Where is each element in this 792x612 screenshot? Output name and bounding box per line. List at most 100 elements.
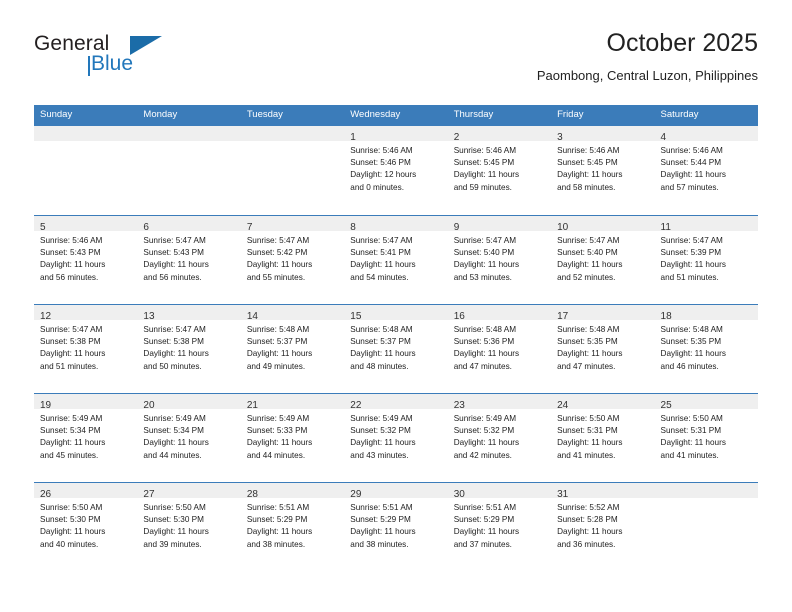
calendar-day-cell[interactable]: 25 Sunrise: 5:50 AM Sunset: 5:31 PM Dayligh… bbox=[654, 394, 758, 482]
calendar-day-cell[interactable]: 17 Sunrise: 5:48 AM Sunset: 5:35 PM Dayligh… bbox=[551, 305, 655, 393]
day-sun-info: Sunrise: 5:47 AM Sunset: 5:42 PM Daylight:… bbox=[241, 231, 344, 284]
day-number-band: 4 bbox=[654, 126, 758, 143]
calendar-day-cell[interactable]: 28 Sunrise: 5:51 AM Sunset: 5:29 PM Dayligh… bbox=[240, 483, 345, 571]
day-sunset-text: Sunset: 5:38 PM bbox=[143, 337, 204, 347]
day-daylight1-text: Daylight: 11 hours bbox=[246, 260, 313, 270]
day-sunrise-text: Sunrise: 5:50 AM bbox=[557, 414, 620, 423]
day-sunset-text: Sunset: 5:42 PM bbox=[246, 248, 308, 258]
calendar-day-cell[interactable]: 9 Sunrise: 5:47 AM Sunset: 5:40 PM Daylight… bbox=[447, 216, 552, 304]
calendar-day-cell[interactable]: 13 Sunrise: 5:47 AM Sunset: 5:38 PM Dayligh… bbox=[137, 305, 241, 393]
calendar-day-cell-empty bbox=[34, 126, 138, 215]
day-daylight2-text: and 42 minutes. bbox=[453, 450, 512, 460]
day-sun-info: Sunrise: 5:46 AM Sunset: 5:46 PM Daylight:… bbox=[344, 141, 447, 194]
day-sun-info: Sunrise: 5:47 AM Sunset: 5:43 PM Daylight:… bbox=[137, 231, 240, 284]
calendar-day-cell[interactable]: 2 Sunrise: 5:46 AM Sunset: 5:45 PM Daylight… bbox=[447, 126, 552, 215]
day-number: 1 bbox=[350, 132, 356, 143]
calendar-day-cell[interactable]: 8 Sunrise: 5:47 AM Sunset: 5:41 PM Daylight… bbox=[344, 216, 448, 304]
day-sunset-text: Sunset: 5:29 PM bbox=[246, 515, 308, 525]
calendar-day-cell[interactable]: 12 Sunrise: 5:47 AM Sunset: 5:38 PM Dayligh… bbox=[34, 305, 138, 393]
day-sunrise-text: Sunrise: 5:48 AM bbox=[350, 325, 413, 334]
day-number: 5 bbox=[40, 222, 46, 233]
day-sunset-text: Sunset: 5:41 PM bbox=[350, 248, 411, 258]
calendar-day-cell[interactable]: 5 Sunrise: 5:46 AM Sunset: 5:43 PM Daylight… bbox=[34, 216, 138, 304]
day-daylight2-text: and 56 minutes. bbox=[143, 272, 202, 282]
calendar-week-row: 26 Sunrise: 5:50 AM Sunset: 5:30 PM Dayligh… bbox=[34, 482, 758, 571]
day-number-band: 27 bbox=[137, 483, 241, 500]
day-sunset-text: Sunset: 5:37 PM bbox=[350, 337, 411, 347]
day-number: 19 bbox=[40, 400, 52, 411]
day-number-band: 3 bbox=[551, 126, 655, 143]
day-daylight1-text: Daylight: 11 hours bbox=[557, 260, 623, 270]
day-sunrise-text: Sunrise: 5:47 AM bbox=[143, 236, 206, 245]
calendar-day-cell[interactable]: 4 Sunrise: 5:46 AM Sunset: 5:44 PM Daylight… bbox=[654, 126, 758, 215]
day-sun-info: Sunrise: 5:48 AM Sunset: 5:37 PM Daylight:… bbox=[344, 320, 447, 373]
calendar-weeks: 1 Sunrise: 5:46 AM Sunset: 5:46 PM Daylight… bbox=[34, 126, 758, 571]
day-sunrise-text: Sunrise: 5:49 AM bbox=[143, 414, 206, 423]
day-sunrise-text: Sunrise: 5:47 AM bbox=[40, 325, 103, 334]
calendar-day-cell[interactable]: 26 Sunrise: 5:50 AM Sunset: 5:30 PM Dayligh… bbox=[34, 483, 138, 571]
calendar-week-row: 12 Sunrise: 5:47 AM Sunset: 5:38 PM Dayligh… bbox=[34, 304, 758, 393]
day-sunset-text: Sunset: 5:34 PM bbox=[40, 426, 101, 436]
calendar-day-cell[interactable]: 22 Sunrise: 5:49 AM Sunset: 5:32 PM Dayligh… bbox=[344, 394, 448, 482]
calendar-day-cell[interactable]: 29 Sunrise: 5:51 AM Sunset: 5:29 PM Dayligh… bbox=[344, 483, 448, 571]
calendar-day-cell[interactable]: 18 Sunrise: 5:48 AM Sunset: 5:35 PM Dayligh… bbox=[654, 305, 758, 393]
day-sunset-text: Sunset: 5:40 PM bbox=[453, 248, 515, 258]
calendar-day-cell[interactable]: 15 Sunrise: 5:48 AM Sunset: 5:37 PM Dayligh… bbox=[344, 305, 448, 393]
calendar-day-cell[interactable]: 10 Sunrise: 5:47 AM Sunset: 5:40 PM Dayligh… bbox=[551, 216, 655, 304]
day-sunset-text: Sunset: 5:39 PM bbox=[660, 248, 722, 258]
calendar-day-cell[interactable]: 31 Sunrise: 5:52 AM Sunset: 5:28 PM Dayligh… bbox=[551, 483, 655, 571]
general-blue-logo[interactable]: General Blue bbox=[34, 32, 254, 92]
weekday-header-thursday: Thursday bbox=[453, 109, 494, 120]
day-sunset-text: Sunset: 5:30 PM bbox=[40, 515, 101, 525]
day-daylight2-text: and 57 minutes. bbox=[660, 182, 719, 192]
day-daylight2-text: and 39 minutes. bbox=[143, 539, 202, 549]
day-number: 9 bbox=[453, 222, 460, 233]
day-daylight2-text: and 43 minutes. bbox=[350, 450, 409, 460]
day-number: 23 bbox=[453, 400, 465, 411]
weekday-header-sunday: Sunday bbox=[40, 109, 73, 120]
calendar-day-cell[interactable]: 1 Sunrise: 5:46 AM Sunset: 5:46 PM Daylight… bbox=[344, 126, 448, 215]
calendar-day-cell[interactable]: 3 Sunrise: 5:46 AM Sunset: 5:45 PM Daylight… bbox=[551, 126, 655, 215]
calendar-day-cell[interactable]: 21 Sunrise: 5:49 AM Sunset: 5:33 PM Dayligh… bbox=[240, 394, 345, 482]
day-sunrise-text: Sunrise: 5:51 AM bbox=[350, 503, 413, 512]
day-sun-info: Sunrise: 5:47 AM Sunset: 5:38 PM Daylight:… bbox=[34, 320, 137, 373]
calendar-day-cell-empty bbox=[654, 483, 758, 571]
day-number-band: 7 bbox=[240, 216, 345, 233]
calendar-day-cell[interactable]: 23 Sunrise: 5:49 AM Sunset: 5:32 PM Dayligh… bbox=[447, 394, 552, 482]
day-daylight2-text: and 38 minutes. bbox=[246, 539, 306, 549]
calendar-day-cell[interactable]: 20 Sunrise: 5:49 AM Sunset: 5:34 PM Dayligh… bbox=[137, 394, 241, 482]
day-number-band: 20 bbox=[137, 394, 241, 411]
day-sun-info: Sunrise: 5:50 AM Sunset: 5:30 PM Daylight:… bbox=[34, 498, 137, 551]
day-sunrise-text: Sunrise: 5:49 AM bbox=[453, 414, 517, 423]
day-sun-info: Sunrise: 5:49 AM Sunset: 5:34 PM Daylight:… bbox=[137, 409, 240, 462]
day-daylight2-text: and 40 minutes. bbox=[40, 539, 99, 549]
calendar-day-cell[interactable]: 16 Sunrise: 5:48 AM Sunset: 5:36 PM Dayligh… bbox=[447, 305, 552, 393]
calendar-day-cell[interactable]: 14 Sunrise: 5:48 AM Sunset: 5:37 PM Dayligh… bbox=[240, 305, 345, 393]
calendar-day-cell[interactable]: 6 Sunrise: 5:47 AM Sunset: 5:43 PM Daylight… bbox=[137, 216, 241, 304]
day-sunset-text: Sunset: 5:30 PM bbox=[143, 515, 204, 525]
calendar-day-cell[interactable]: 27 Sunrise: 5:50 AM Sunset: 5:30 PM Dayligh… bbox=[137, 483, 241, 571]
day-sunrise-text: Sunrise: 5:46 AM bbox=[40, 236, 103, 245]
day-number: 30 bbox=[453, 489, 465, 500]
day-daylight2-text: and 58 minutes. bbox=[557, 182, 616, 192]
day-daylight2-text: and 48 minutes. bbox=[350, 361, 409, 371]
day-sun-info: Sunrise: 5:47 AM Sunset: 5:40 PM Daylight:… bbox=[551, 231, 654, 284]
day-number: 18 bbox=[660, 311, 672, 322]
calendar-week-row: 19 Sunrise: 5:49 AM Sunset: 5:34 PM Dayligh… bbox=[34, 393, 758, 482]
day-number-band: 14 bbox=[240, 305, 345, 322]
calendar-day-cell[interactable]: 11 Sunrise: 5:47 AM Sunset: 5:39 PM Dayligh… bbox=[654, 216, 758, 304]
day-sunrise-text: Sunrise: 5:52 AM bbox=[557, 503, 620, 512]
calendar-day-cell[interactable]: 24 Sunrise: 5:50 AM Sunset: 5:31 PM Dayligh… bbox=[551, 394, 655, 482]
day-daylight2-text: and 45 minutes. bbox=[40, 450, 99, 460]
day-sunrise-text: Sunrise: 5:48 AM bbox=[557, 325, 620, 334]
calendar-day-cell[interactable]: 19 Sunrise: 5:49 AM Sunset: 5:34 PM Dayligh… bbox=[34, 394, 138, 482]
calendar-day-cell[interactable]: 30 Sunrise: 5:51 AM Sunset: 5:29 PM Dayligh… bbox=[447, 483, 552, 571]
day-daylight1-text: Daylight: 11 hours bbox=[453, 527, 520, 537]
day-daylight1-text: Daylight: 11 hours bbox=[40, 438, 106, 448]
title-block: October 2025 Paombong, Central Luzon, Ph… bbox=[537, 28, 758, 86]
day-number: 12 bbox=[40, 311, 52, 322]
day-number: 17 bbox=[557, 311, 569, 322]
day-number: 11 bbox=[660, 222, 671, 233]
day-number-band: 18 bbox=[654, 305, 758, 322]
calendar-day-cell[interactable]: 7 Sunrise: 5:47 AM Sunset: 5:42 PM Daylight… bbox=[240, 216, 345, 304]
